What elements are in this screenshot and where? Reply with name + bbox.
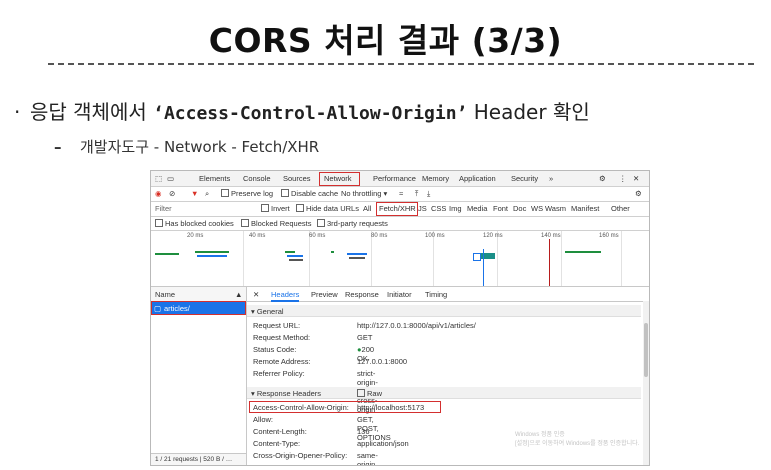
close-icon[interactable]: ✕ bbox=[633, 174, 639, 183]
tab-elements[interactable]: Elements bbox=[199, 174, 230, 183]
type-all[interactable]: All bbox=[363, 204, 371, 213]
type-wasm[interactable]: Wasm bbox=[545, 204, 566, 213]
bullet-dot-icon: · bbox=[14, 100, 21, 124]
network-toolbar: ◉ ⊘ ▼ ⌕ Preserve log Disable cache No th… bbox=[151, 187, 649, 202]
bullet2-text: 개발자도구 - Network - Fetch/XHR bbox=[80, 138, 320, 156]
request-detail-pane: ✕ Headers Preview Response Initiator Tim… bbox=[247, 287, 649, 465]
type-ws[interactable]: WS bbox=[531, 204, 543, 213]
tick-label: 140 ms bbox=[541, 233, 561, 239]
type-doc[interactable]: Doc bbox=[513, 204, 526, 213]
bullet1-suffix: Header 확인 bbox=[467, 100, 590, 124]
tab-timing[interactable]: Timing bbox=[425, 290, 447, 299]
network-conditions-icon[interactable]: ≈ bbox=[399, 189, 403, 198]
general-section-header[interactable]: ▾ General bbox=[247, 305, 641, 317]
tab-application[interactable]: Application bbox=[459, 174, 496, 183]
import-har-icon[interactable]: ⤒ bbox=[415, 189, 418, 199]
blocked-row: Has blocked cookies Blocked Requests 3rd… bbox=[151, 217, 649, 231]
tab-security[interactable]: Security bbox=[511, 174, 538, 183]
acao-highlight bbox=[249, 401, 441, 413]
has-blocked-cookies-checkbox[interactable]: Has blocked cookies bbox=[155, 219, 234, 228]
third-party-checkbox[interactable]: 3rd-party requests bbox=[317, 219, 388, 228]
scrollbar-thumb[interactable] bbox=[644, 323, 648, 377]
tab-sources[interactable]: Sources bbox=[283, 174, 311, 183]
timeline-overview[interactable]: 20 ms 40 ms 60 ms 80 ms 100 ms 120 ms 14… bbox=[151, 231, 649, 287]
raw-checkbox[interactable]: Raw bbox=[357, 389, 382, 398]
sort-up-icon[interactable]: ▲ bbox=[235, 290, 242, 299]
tab-performance[interactable]: Performance bbox=[373, 174, 416, 183]
kebab-menu-icon[interactable]: ⋮ bbox=[619, 174, 627, 183]
tab-initiator[interactable]: Initiator bbox=[387, 290, 412, 299]
devtools-screenshot: ⬚ ▭ Elements Console Sources Network Per… bbox=[150, 170, 650, 466]
type-js[interactable]: JS bbox=[418, 204, 427, 213]
tab-preview[interactable]: Preview bbox=[311, 290, 338, 299]
devtools-tab-bar: ⬚ ▭ Elements Console Sources Network Per… bbox=[151, 171, 649, 187]
type-manifest[interactable]: Manifest bbox=[571, 204, 599, 213]
response-headers-section-header[interactable]: ▾ Response Headers Raw bbox=[247, 387, 641, 399]
dom-content-loaded-marker bbox=[483, 249, 484, 286]
articles-highlight bbox=[151, 301, 246, 315]
tick-label: 80 ms bbox=[371, 233, 388, 239]
network-settings-icon[interactable]: ⚙ bbox=[635, 189, 642, 198]
blocked-requests-checkbox[interactable]: Blocked Requests bbox=[241, 219, 311, 228]
tab-headers[interactable]: Headers bbox=[271, 290, 300, 302]
type-media[interactable]: Media bbox=[467, 204, 487, 213]
tab-more[interactable]: » bbox=[549, 174, 553, 183]
bullet1-prefix: 응답 객체에서 bbox=[30, 100, 154, 124]
request-list: Name ▲ ▢ articles/ 1 / 21 requests | 520… bbox=[151, 287, 247, 465]
bullet-dash-icon: – bbox=[54, 138, 62, 156]
disable-cache-checkbox[interactable]: Disable cache bbox=[281, 189, 338, 198]
bullet-point-2: – 개발자도구 - Network - Fetch/XHR bbox=[54, 136, 319, 157]
load-event-marker bbox=[549, 239, 550, 286]
selected-request-start bbox=[473, 253, 481, 261]
invert-checkbox[interactable]: Invert bbox=[261, 204, 290, 213]
tick-label: 160 ms bbox=[599, 233, 619, 239]
type-font[interactable]: Font bbox=[493, 204, 508, 213]
filter-icon[interactable]: ▼ bbox=[191, 189, 198, 198]
name-column-header[interactable]: Name ▲ bbox=[151, 287, 246, 302]
clear-icon[interactable]: ⊘ bbox=[169, 189, 175, 198]
search-icon[interactable]: ⌕ bbox=[205, 189, 209, 199]
settings-gear-icon[interactable]: ⚙ bbox=[599, 174, 606, 183]
windows-activation-watermark: Windows 정품 인증 [설정]으로 이동하여 Windows를 정품 인증… bbox=[515, 432, 640, 447]
network-tab-highlight bbox=[319, 172, 360, 186]
bullet1-code: ‘Access-Control-Allow-Origin’ bbox=[153, 103, 468, 124]
slide-title: CORS 처리 결과 (3/3) bbox=[208, 21, 563, 60]
dashed-divider bbox=[48, 63, 754, 65]
status-bar: 1 / 21 requests | 520 B / … bbox=[151, 453, 246, 465]
type-img[interactable]: Img bbox=[449, 204, 462, 213]
tab-response[interactable]: Response bbox=[345, 290, 379, 299]
tab-memory[interactable]: Memory bbox=[422, 174, 449, 183]
inspect-icon[interactable]: ⬚ bbox=[155, 174, 162, 183]
preserve-log-checkbox[interactable]: Preserve log bbox=[221, 189, 273, 198]
record-icon[interactable]: ◉ bbox=[155, 189, 162, 198]
bullet-point-1: · 응답 객체에서 ‘Access-Control-Allow-Origin’ H… bbox=[14, 96, 590, 125]
tick-label: 100 ms bbox=[425, 233, 445, 239]
tab-console[interactable]: Console bbox=[243, 174, 271, 183]
fetch-xhr-highlight bbox=[376, 202, 418, 216]
export-har-icon[interactable]: ⤓ bbox=[427, 189, 430, 199]
type-css[interactable]: CSS bbox=[431, 204, 446, 213]
type-other[interactable]: Other bbox=[611, 204, 630, 213]
filter-input[interactable]: Filter bbox=[155, 204, 172, 213]
detail-tabs: ✕ Headers Preview Response Initiator Tim… bbox=[247, 287, 649, 302]
tick-label: 60 ms bbox=[309, 233, 326, 239]
tick-label: 40 ms bbox=[249, 233, 266, 239]
detail-scrollbar[interactable] bbox=[643, 301, 649, 465]
close-detail-icon[interactable]: ✕ bbox=[253, 290, 259, 299]
hide-data-urls-checkbox[interactable]: Hide data URLs bbox=[296, 204, 359, 213]
throttling-select[interactable]: No throttling ▾ bbox=[341, 189, 387, 198]
tick-label: 120 ms bbox=[483, 233, 503, 239]
device-toolbar-icon[interactable]: ▭ bbox=[167, 174, 174, 183]
tick-label: 20 ms bbox=[187, 233, 204, 239]
